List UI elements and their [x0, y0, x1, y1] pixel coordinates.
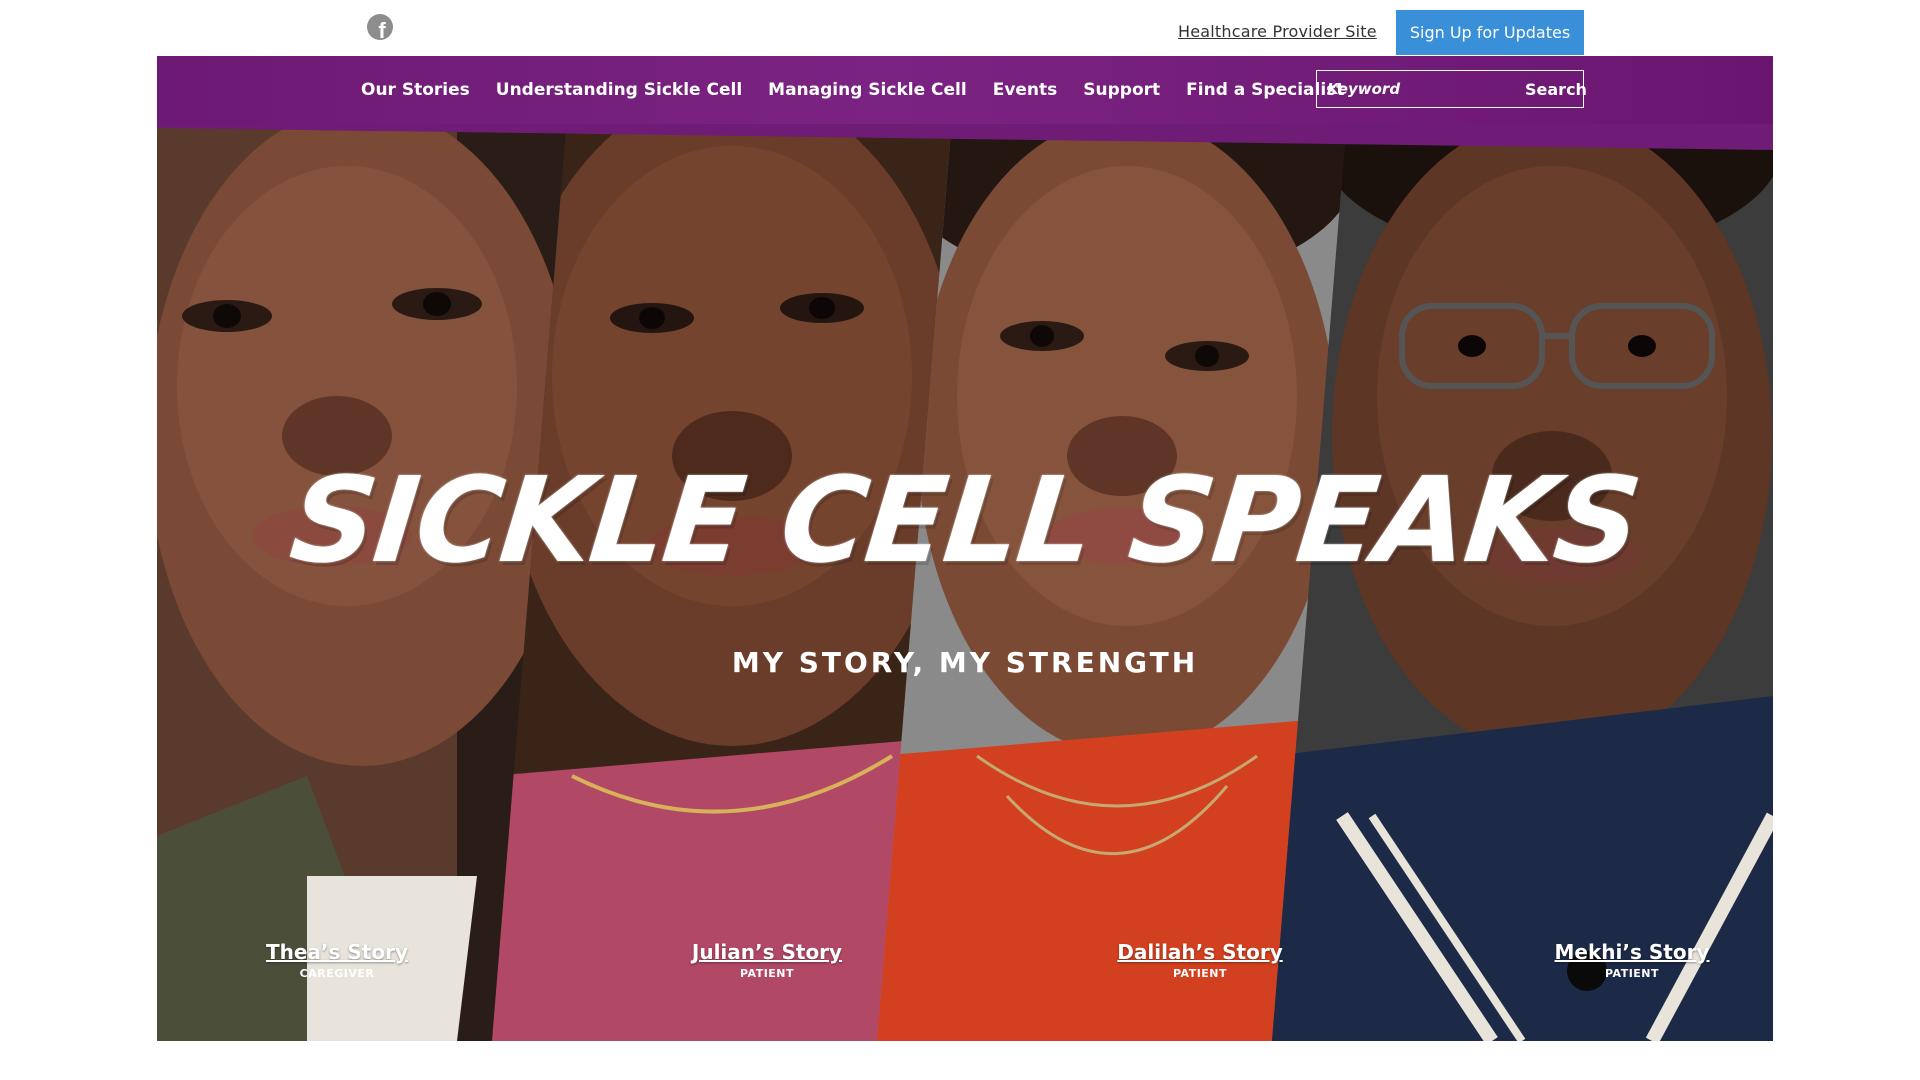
search-button[interactable]: Search: [1525, 80, 1587, 99]
story-link-mekhi[interactable]: Mekhi’s Story: [1522, 940, 1742, 964]
nav-understanding-sickle-cell[interactable]: Understanding Sickle Cell: [496, 80, 742, 100]
nav-support[interactable]: Support: [1083, 80, 1160, 100]
story-link-julian[interactable]: Julian’s Story: [657, 940, 877, 964]
main-navigation: Our Stories Understanding Sickle Cell Ma…: [157, 56, 1773, 124]
nav-slant-edge: [157, 122, 1773, 150]
sign-up-button[interactable]: Sign Up for Updates: [1396, 10, 1584, 55]
story-role-dalilah: PATIENT: [1172, 967, 1228, 980]
story-role-julian: PATIENT: [739, 967, 795, 980]
search-form: Search: [1316, 70, 1587, 108]
story-link-dalilah[interactable]: Dalilah’s Story: [1090, 940, 1310, 964]
hero-banner: Our Stories Understanding Sickle Cell Ma…: [157, 56, 1773, 1041]
story-role-thea: CAREGIVER: [299, 967, 375, 980]
story-card-julian: Julian’s Story PATIENT: [657, 940, 877, 980]
hero-title: SICKLE CELL SPEAKS: [284, 451, 1646, 589]
story-card-thea: Thea’s Story CAREGIVER: [227, 940, 447, 980]
story-card-mekhi: Mekhi’s Story PATIENT: [1522, 940, 1742, 980]
story-role-mekhi: PATIENT: [1604, 967, 1660, 980]
nav-managing-sickle-cell[interactable]: Managing Sickle Cell: [768, 80, 967, 100]
nav-events[interactable]: Events: [993, 80, 1058, 100]
hero-subtitle: MY STORY, MY STRENGTH: [731, 646, 1199, 679]
search-input[interactable]: [1317, 73, 1507, 105]
facebook-icon[interactable]: f: [367, 14, 393, 40]
story-card-dalilah: Dalilah’s Story PATIENT: [1090, 940, 1310, 980]
healthcare-provider-link[interactable]: Healthcare Provider Site: [1178, 22, 1377, 41]
nav-our-stories[interactable]: Our Stories: [361, 80, 470, 100]
story-link-thea[interactable]: Thea’s Story: [227, 940, 447, 964]
